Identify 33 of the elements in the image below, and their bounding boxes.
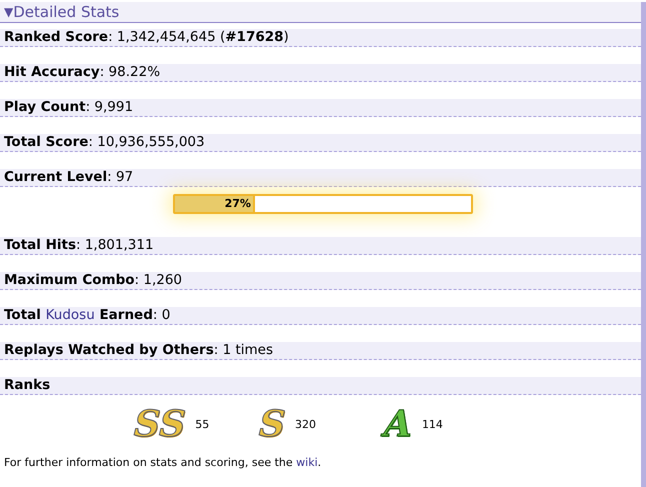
stat-label: Replays Watched by Others	[4, 342, 214, 359]
stat-label: Play Count	[4, 99, 86, 116]
stat-value: : 1,801,311	[76, 237, 154, 254]
section-title: Detailed Stats	[13, 3, 120, 21]
stat-label: Maximum Combo	[4, 272, 135, 289]
rank-count: 55	[195, 418, 210, 430]
stat-value: : 1,260	[134, 272, 182, 289]
stat-value: : 1,342,454,645 (#17628)	[108, 29, 289, 46]
stat-value: : 10,936,555,003	[88, 134, 205, 151]
stat-label: Current Level	[4, 169, 108, 186]
kudosu-link[interactable]: Kudosu	[46, 307, 95, 324]
stat-value: : 1 times	[214, 342, 273, 359]
stat-value: : 9,991	[86, 99, 134, 116]
stat-label: Hit Accuracy	[4, 64, 100, 81]
stat-value: : 98.22%	[100, 64, 160, 81]
stat-label: Ranked Score	[4, 29, 108, 46]
stat-label: Ranks	[4, 377, 50, 394]
stat-label: Total Hits	[4, 237, 76, 254]
progress-reading: 27%	[224, 197, 252, 210]
rank-grade: SS	[128, 402, 192, 447]
rank-grade: A	[378, 402, 418, 447]
section-header[interactable]: ▼Detailed Stats	[0, 2, 641, 23]
rank-count: 114	[422, 418, 443, 430]
wiki-link[interactable]: wiki	[296, 456, 318, 469]
footer-text: For further information on stats and scoring, see the wiki.	[3, 456, 322, 469]
stat-label: Total	[4, 307, 42, 324]
stat-value: : 97	[107, 169, 134, 186]
collapse-marker[interactable]: ▼	[4, 5, 14, 19]
stat-label: Earned	[98, 307, 153, 324]
rank-grade: S	[252, 402, 292, 447]
stat-label: Total Score	[4, 134, 88, 151]
rank-count: 320	[295, 418, 316, 430]
stat-value: : 0	[152, 307, 170, 324]
